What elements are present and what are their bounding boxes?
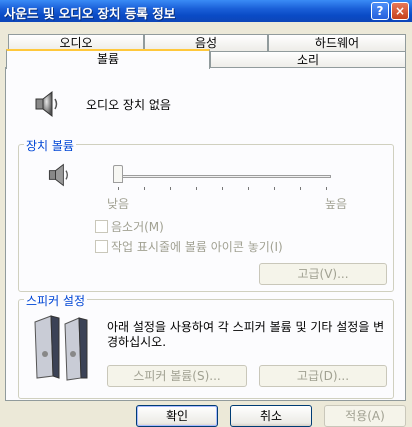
tab-hardware[interactable]: 하드웨어	[268, 34, 406, 52]
speaker-settings-group: 스피커 설정 아래 설정을 사용하여 각 스피커 볼륨 및 기타 설정을 변경하…	[18, 292, 394, 399]
tray-icon-checkbox-box[interactable]	[95, 240, 108, 253]
slider-low-label: 낮음	[107, 197, 130, 211]
mute-label: 음소거(M)	[111, 220, 164, 234]
mute-checkbox[interactable]: 음소거(M)	[95, 218, 164, 235]
volume-tab-panel: 오디오 장치 없음 장치 볼륨 낮음 높음 음소거(M) 작업 표시줄에 볼륨 …	[5, 67, 406, 401]
tray-icon-label: 작업 표시줄에 볼륨 아이콘 놓기(I)	[111, 240, 283, 254]
tray-icon-checkbox[interactable]: 작업 표시줄에 볼륨 아이콘 놓기(I)	[95, 238, 283, 255]
mute-checkbox-box[interactable]	[95, 220, 108, 233]
volume-icon	[45, 161, 73, 192]
device-advanced-button[interactable]: 고급(V)...	[259, 263, 387, 285]
cancel-button[interactable]: 취소	[230, 405, 312, 427]
title-bar[interactable]: 사운드 및 오디오 장치 등록 정보 ? ×	[0, 0, 412, 22]
speaker-advanced-button[interactable]: 고급(D)...	[259, 365, 387, 387]
tab-volume[interactable]: 볼륨	[6, 49, 210, 69]
slider-tick	[274, 187, 275, 190]
device-volume-group: 장치 볼륨 낮음 높음 음소거(M) 작업 표시줄에 볼륨 아이콘 놓기(I) …	[18, 137, 394, 292]
speaker-icon	[31, 88, 63, 123]
slider-tick	[326, 187, 327, 190]
slider-thumb[interactable]	[113, 165, 123, 183]
window-title: 사운드 및 오디오 장치 등록 정보	[4, 6, 176, 21]
ok-button[interactable]: 확인	[136, 405, 218, 427]
slider-tick	[118, 187, 119, 190]
slider-tick	[222, 187, 223, 190]
slider-high-label: 높음	[325, 197, 348, 211]
help-button[interactable]: ?	[371, 2, 389, 20]
device-volume-title: 장치 볼륨	[24, 137, 76, 154]
slider-tick	[170, 187, 171, 190]
apply-button[interactable]: 적용(A)	[324, 405, 406, 427]
slider-tick	[144, 187, 145, 190]
speakers-icon	[31, 314, 91, 387]
dialog-window: 사운드 및 오디오 장치 등록 정보 ? × 오디오 음성 하드웨어 볼륨 소리…	[0, 0, 412, 427]
slider-tick	[300, 187, 301, 190]
close-button[interactable]: ×	[391, 2, 409, 20]
volume-slider[interactable]	[113, 161, 335, 191]
speaker-volume-button[interactable]: 스피커 볼륨(S)...	[107, 365, 247, 387]
slider-track	[117, 175, 331, 178]
slider-tick	[248, 187, 249, 190]
speaker-settings-title: 스피커 설정	[24, 292, 88, 309]
slider-tick	[196, 187, 197, 190]
device-name: 오디오 장치 없음	[86, 98, 171, 112]
speaker-settings-description: 아래 설정을 사용하여 각 스피커 볼륨 및 기타 설정을 변경하십시오.	[107, 320, 385, 349]
